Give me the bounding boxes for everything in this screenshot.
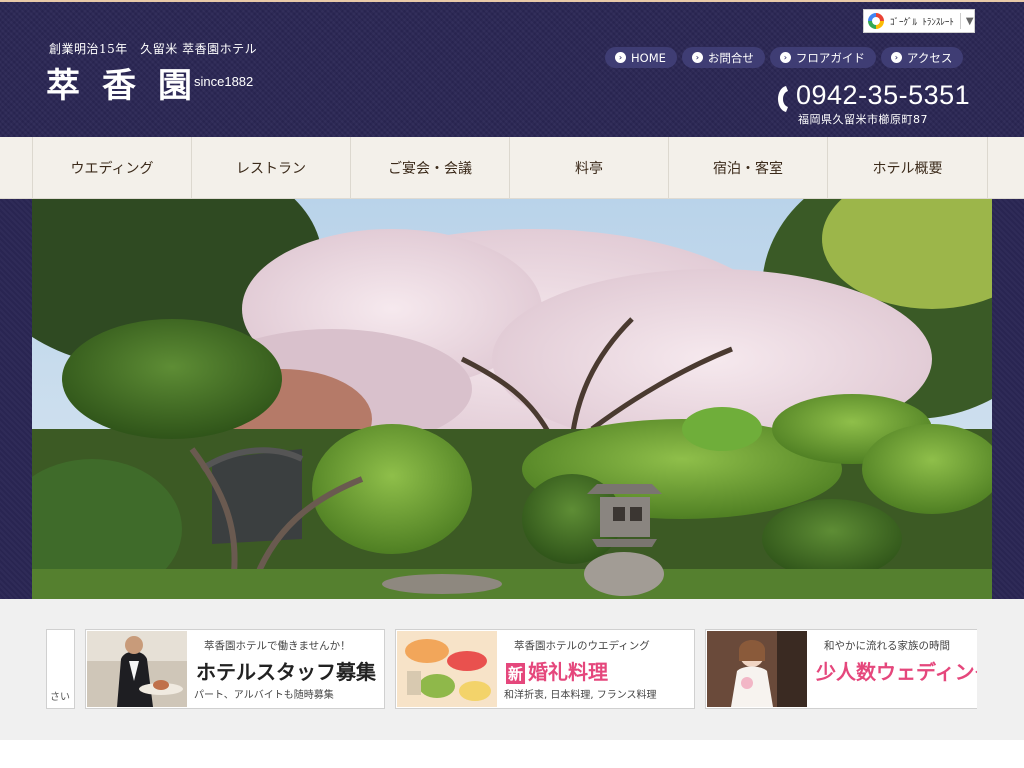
top-nav-contact[interactable]: › お問合せ: [681, 47, 765, 68]
banner-cuisine-title-text: 婚礼料理: [528, 660, 609, 684]
banner-cuisine-photo: [397, 631, 497, 707]
banner-small-wedding[interactable]: 和やかに流れる家族の時間 少人数ウェディング: [705, 629, 977, 709]
google-icon: [868, 13, 884, 29]
banner-small-wedding-title: 少人数ウェディング: [816, 660, 977, 684]
main-nav-stay[interactable]: 宿泊・客室: [669, 137, 828, 198]
address: 福岡県久留米市櫛原町87: [798, 113, 928, 126]
banner-cuisine-note: 和洋折衷, 日本料理, フランス料理: [504, 690, 657, 701]
top-nav-label: お問合せ: [707, 50, 754, 65]
banner-partial[interactable]: さい: [46, 629, 75, 709]
banner-track[interactable]: さい 萃香園ホテルで働きませんか！ ホテルスタッフ募集 パート、アルバイトも随時…: [46, 629, 977, 709]
dropdown-arrow-icon: ▼: [965, 15, 974, 27]
top-nav: › HOME › お問合せ › フロアガイド › アクセス: [605, 47, 964, 68]
top-nav-floor-guide[interactable]: › フロアガイド: [769, 47, 876, 68]
top-nav-access[interactable]: › アクセス: [880, 47, 964, 68]
main-nav-hotel-info[interactable]: ホテル概要: [828, 137, 988, 198]
top-nav-label: フロアガイド: [795, 50, 865, 65]
main-nav: ウエディング レストラン ご宴会・会議 料亭 宿泊・客室 ホテル概要: [0, 137, 1024, 199]
chevron-right-icon: ›: [691, 52, 703, 63]
garden-illustration: [32, 199, 992, 599]
phone-icon: [778, 86, 788, 112]
translate-divider: [959, 13, 961, 29]
banner-partial-text: さい: [50, 692, 70, 703]
banner-staff-note: パート、アルバイトも随時募集: [194, 690, 334, 701]
banner-staff-photo: [87, 631, 187, 707]
main-nav-banquet[interactable]: ご宴会・会議: [351, 137, 510, 198]
google-translate-widget[interactable]: ｺﾞｰｸﾞﾙ ﾄﾗﾝｽﾚｰﾄ ▼: [863, 9, 975, 33]
main-nav-restaurant[interactable]: レストラン: [192, 137, 351, 198]
top-nav-label: アクセス: [906, 50, 953, 65]
site-header: 創業明治15年 久留米 萃香園ホテル 萃香園 since1882 ｺﾞｰｸﾞﾙ …: [0, 2, 1024, 137]
main-nav-ryotei[interactable]: 料亭: [510, 137, 669, 198]
new-badge: 新: [506, 663, 526, 684]
logo-since: since1882: [194, 74, 254, 89]
chevron-right-icon: ›: [615, 52, 626, 63]
hero-image-garden: [32, 199, 992, 599]
top-nav-label: HOME: [631, 50, 666, 65]
site-logo[interactable]: 萃香園: [46, 66, 214, 106]
banner-bride-photo: [707, 631, 807, 707]
banner-wedding-cuisine[interactable]: 萃香園ホテルのウエディング 新婚礼料理 和洋折衷, 日本料理, フランス料理: [395, 629, 695, 709]
banner-staff-title: ホテルスタッフ募集: [196, 660, 376, 684]
banner-staff-subtitle: 萃香園ホテルで働きませんか！: [204, 640, 351, 652]
main-nav-wedding[interactable]: ウエディング: [33, 137, 192, 198]
chevron-right-icon: ›: [890, 52, 902, 63]
chevron-right-icon: ›: [779, 52, 791, 63]
banner-cuisine-subtitle: 萃香園ホテルのウエディング: [514, 640, 650, 652]
banner-small-wedding-subtitle: 和やかに流れる家族の時間: [824, 640, 950, 652]
phone-number[interactable]: 0942-35-5351: [796, 80, 970, 111]
top-nav-home[interactable]: › HOME: [605, 47, 677, 68]
banner-staff-recruit[interactable]: 萃香園ホテルで働きませんか！ ホテルスタッフ募集 パート、アルバイトも随時募集: [85, 629, 385, 709]
banner-carousel: さい 萃香園ホテルで働きませんか！ ホテルスタッフ募集 パート、アルバイトも随時…: [0, 599, 1024, 740]
banner-cuisine-title: 新婚礼料理: [506, 656, 608, 685]
logo-tagline: 創業明治15年 久留米 萃香園ホテル: [49, 42, 258, 56]
translate-label: ｺﾞｰｸﾞﾙ ﾄﾗﾝｽﾚｰﾄ: [890, 17, 954, 28]
